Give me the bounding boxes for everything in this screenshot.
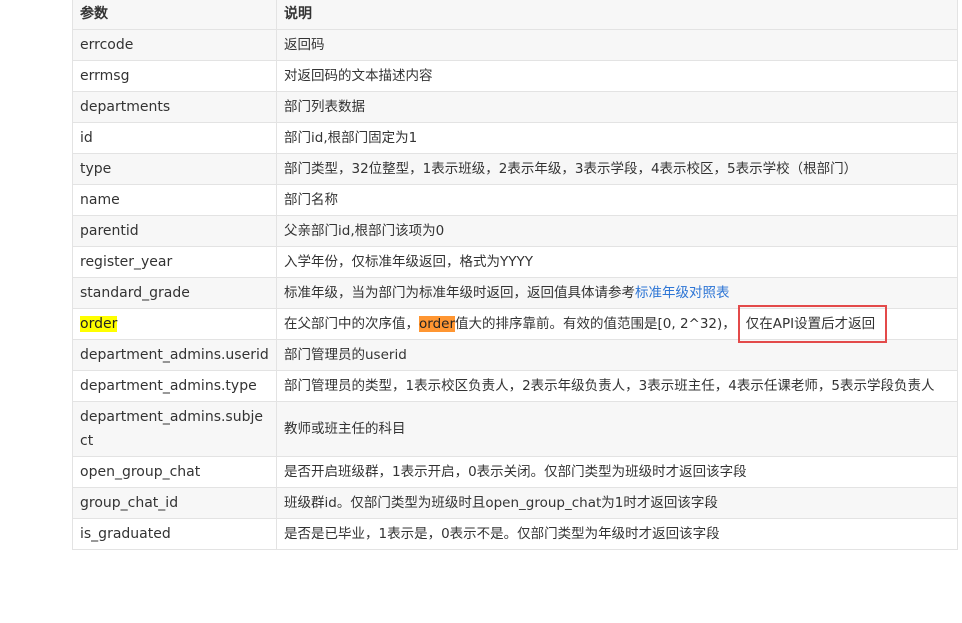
header-desc: 说明 <box>276 0 958 30</box>
table-row: department_admins.subject 教师或班主任的科目 <box>72 401 958 457</box>
param-desc: 标准年级，当为部门为标准年级时返回，返回值具体请参考标准年级对照表 <box>276 277 958 309</box>
header-param: 参数 <box>72 0 277 30</box>
param-desc: 返回码 <box>276 29 958 61</box>
table-row: register_year 入学年份，仅标准年级返回，格式为YYYY <box>72 246 958 278</box>
param-desc: 父亲部门id,根部门该项为0 <box>276 215 958 247</box>
table-row: departments 部门列表数据 <box>72 91 958 123</box>
param-name: order <box>72 308 277 340</box>
param-name: department_admins.type <box>72 370 277 402</box>
desc-text: 在父部门中的次序值， <box>284 316 419 332</box>
table-row: parentid 父亲部门id,根部门该项为0 <box>72 215 958 247</box>
param-desc: 部门列表数据 <box>276 91 958 123</box>
param-desc: 班级群id。仅部门类型为班级时且open_group_chat为1时才返回该字段 <box>276 487 958 519</box>
param-desc: 在父部门中的次序值，order值大的排序靠前。有效的值范围是[0, 2^32)，… <box>276 305 958 343</box>
desc-text: 标准年级，当为部门为标准年级时返回，返回值具体请参考 <box>284 285 635 301</box>
table-row: department_admins.type 部门管理员的类型，1表示校区负责人… <box>72 370 958 402</box>
param-name: department_admins.subject <box>72 401 277 457</box>
param-name: name <box>72 184 277 216</box>
table-row: errmsg 对返回码的文本描述内容 <box>72 60 958 92</box>
param-name: errmsg <box>72 60 277 92</box>
table-row: id 部门id,根部门固定为1 <box>72 122 958 154</box>
table-row: name 部门名称 <box>72 184 958 216</box>
table-row: type 部门类型，32位整型，1表示班级，2表示年级，3表示学段，4表示校区，… <box>72 153 958 185</box>
standard-grade-table-link[interactable]: 标准年级对照表 <box>635 285 730 301</box>
param-name: register_year <box>72 246 277 278</box>
desc-text: 值大的排序靠前。有效的值范围是[0, 2^32)， <box>455 316 736 332</box>
table-header-row: 参数 说明 <box>72 0 958 30</box>
param-desc: 部门id,根部门固定为1 <box>276 122 958 154</box>
table-row: errcode 返回码 <box>72 29 958 61</box>
params-table: 参数 说明 errcode 返回码 errmsg 对返回码的文本描述内容 dep… <box>72 0 958 550</box>
param-name: group_chat_id <box>72 487 277 519</box>
table-row: department_admins.userid 部门管理员的userid <box>72 339 958 371</box>
param-desc: 部门管理员的类型，1表示校区负责人，2表示年级负责人，3表示班主任，4表示任课老… <box>276 370 958 402</box>
param-name: type <box>72 153 277 185</box>
param-name: id <box>72 122 277 154</box>
param-name: departments <box>72 91 277 123</box>
param-name: open_group_chat <box>72 456 277 488</box>
table-row: open_group_chat 是否开启班级群，1表示开启，0表示关闭。仅部门类… <box>72 456 958 488</box>
search-highlight-current: order <box>419 316 455 332</box>
search-highlight: order <box>80 316 118 332</box>
table-row: is_graduated 是否是已毕业，1表示是，0表示不是。仅部门类型为年级时… <box>72 518 958 550</box>
param-desc: 是否是已毕业，1表示是，0表示不是。仅部门类型为年级时才返回该字段 <box>276 518 958 550</box>
param-desc: 入学年份，仅标准年级返回，格式为YYYY <box>276 246 958 278</box>
param-desc: 部门管理员的userid <box>276 339 958 371</box>
param-name: errcode <box>72 29 277 61</box>
param-name: standard_grade <box>72 277 277 309</box>
param-desc: 对返回码的文本描述内容 <box>276 60 958 92</box>
param-desc: 部门类型，32位整型，1表示班级，2表示年级，3表示学段，4表示校区，5表示学校… <box>276 153 958 185</box>
param-name: parentid <box>72 215 277 247</box>
table-row: group_chat_id 班级群id。仅部门类型为班级时且open_group… <box>72 487 958 519</box>
param-desc: 是否开启班级群，1表示开启，0表示关闭。仅部门类型为班级时才返回该字段 <box>276 456 958 488</box>
param-name: is_graduated <box>72 518 277 550</box>
param-desc: 部门名称 <box>276 184 958 216</box>
table-row: standard_grade 标准年级，当为部门为标准年级时返回，返回值具体请参… <box>72 277 958 309</box>
table-row: order 在父部门中的次序值，order值大的排序靠前。有效的值范围是[0, … <box>72 305 958 343</box>
param-desc: 教师或班主任的科目 <box>276 401 958 457</box>
param-name: department_admins.userid <box>72 339 277 371</box>
annotation-box: 仅在API设置后才返回 <box>737 305 888 343</box>
